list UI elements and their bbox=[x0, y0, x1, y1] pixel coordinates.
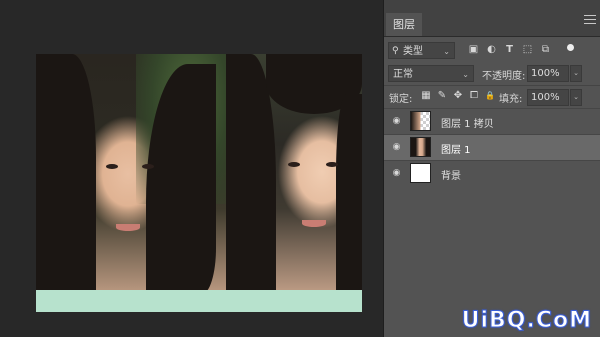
filter-kind-label: 类型 bbox=[403, 46, 423, 57]
lock-position-icon[interactable]: ✥ bbox=[453, 90, 463, 101]
type-filter-icon[interactable]: T bbox=[504, 44, 515, 55]
hair-right bbox=[336, 94, 362, 294]
hair-left bbox=[36, 54, 96, 312]
image-filter-icon[interactable]: ▣ bbox=[468, 44, 479, 55]
layer-row-background[interactable]: ◉ 背景 bbox=[384, 160, 600, 186]
layer-thumbnail bbox=[410, 111, 431, 131]
shirt bbox=[226, 290, 362, 312]
lock-label: 锁定: bbox=[389, 94, 413, 105]
shape-filter-icon[interactable]: ⬚ bbox=[522, 44, 533, 55]
right-eye bbox=[326, 162, 338, 167]
layer-thumbnail bbox=[410, 163, 431, 183]
eye-icon[interactable]: ◉ bbox=[391, 116, 402, 127]
adjustment-filter-icon[interactable]: ◐ bbox=[486, 44, 497, 55]
layer-name: 背景 bbox=[441, 171, 461, 182]
blend-mode-value: 正常 bbox=[393, 69, 413, 80]
canvas-area[interactable] bbox=[0, 0, 383, 337]
blend-mode-select[interactable]: 正常 ⌄ bbox=[388, 65, 474, 82]
chevron-down-icon: ⌄ bbox=[462, 70, 469, 79]
lock-all-icon[interactable]: 🔒 bbox=[485, 90, 495, 101]
blend-row: 正常 ⌄ 不透明度: 100% ⌄ bbox=[384, 63, 600, 85]
fill-label: 填充: bbox=[499, 94, 523, 105]
lock-artboard-icon[interactable]: ⧠ bbox=[469, 90, 479, 101]
layer-row-copy[interactable]: ◉ 图层 1 拷贝 bbox=[384, 108, 600, 134]
opacity-label: 不透明度: bbox=[482, 71, 526, 82]
left-eye bbox=[106, 164, 118, 169]
search-icon: ⚲ bbox=[392, 46, 399, 56]
chevron-down-icon: ⌄ bbox=[443, 47, 450, 56]
smart-object-filter-icon[interactable]: ⧉ bbox=[540, 44, 551, 55]
fill-input[interactable]: 100% bbox=[527, 89, 569, 106]
photo-edited bbox=[226, 54, 362, 312]
panel-tab-bar: 图层 bbox=[384, 0, 600, 37]
watermark-logo: UiBQ.CoM bbox=[461, 308, 592, 334]
eye-icon[interactable]: ◉ bbox=[391, 168, 402, 179]
layers-panel: 图层 ⚲ 类型 ⌄ ▣ ◐ T ⬚ ⧉ 正常 ⌄ 不透明度: 100% ⌄ 锁定… bbox=[383, 0, 600, 337]
lock-row: 锁定: ▦ ✎ ✥ ⧠ 🔒 填充: 100% ⌄ bbox=[384, 85, 600, 108]
panel-menu-icon[interactable] bbox=[584, 15, 596, 25]
filter-kind-select[interactable]: ⚲ 类型 ⌄ bbox=[388, 42, 455, 59]
layer-row-layer1[interactable]: ◉ 图层 1 bbox=[384, 134, 600, 160]
layer-name: 图层 1 bbox=[441, 145, 471, 156]
filter-toggle[interactable] bbox=[567, 44, 574, 51]
layer-filter-row: ⚲ 类型 ⌄ ▣ ◐ T ⬚ ⧉ bbox=[384, 40, 600, 62]
lock-transparent-pixels-icon[interactable]: ▦ bbox=[421, 90, 431, 101]
layer-name: 图层 1 拷贝 bbox=[441, 119, 494, 130]
tab-layers[interactable]: 图层 bbox=[386, 13, 422, 36]
shirt bbox=[36, 290, 226, 312]
lock-image-pixels-icon[interactable]: ✎ bbox=[437, 90, 447, 101]
eye-icon[interactable]: ◉ bbox=[391, 142, 402, 153]
mouth bbox=[116, 224, 140, 231]
mouth bbox=[302, 220, 326, 227]
opacity-input[interactable]: 100% bbox=[527, 65, 569, 82]
right-eye bbox=[142, 164, 154, 169]
photo-original bbox=[36, 54, 226, 312]
layer-thumbnail bbox=[410, 137, 431, 157]
opacity-slider-toggle[interactable]: ⌄ bbox=[570, 65, 582, 82]
fill-slider-toggle[interactable]: ⌄ bbox=[570, 89, 582, 106]
left-eye bbox=[288, 162, 300, 167]
document-canvas[interactable] bbox=[36, 54, 362, 312]
